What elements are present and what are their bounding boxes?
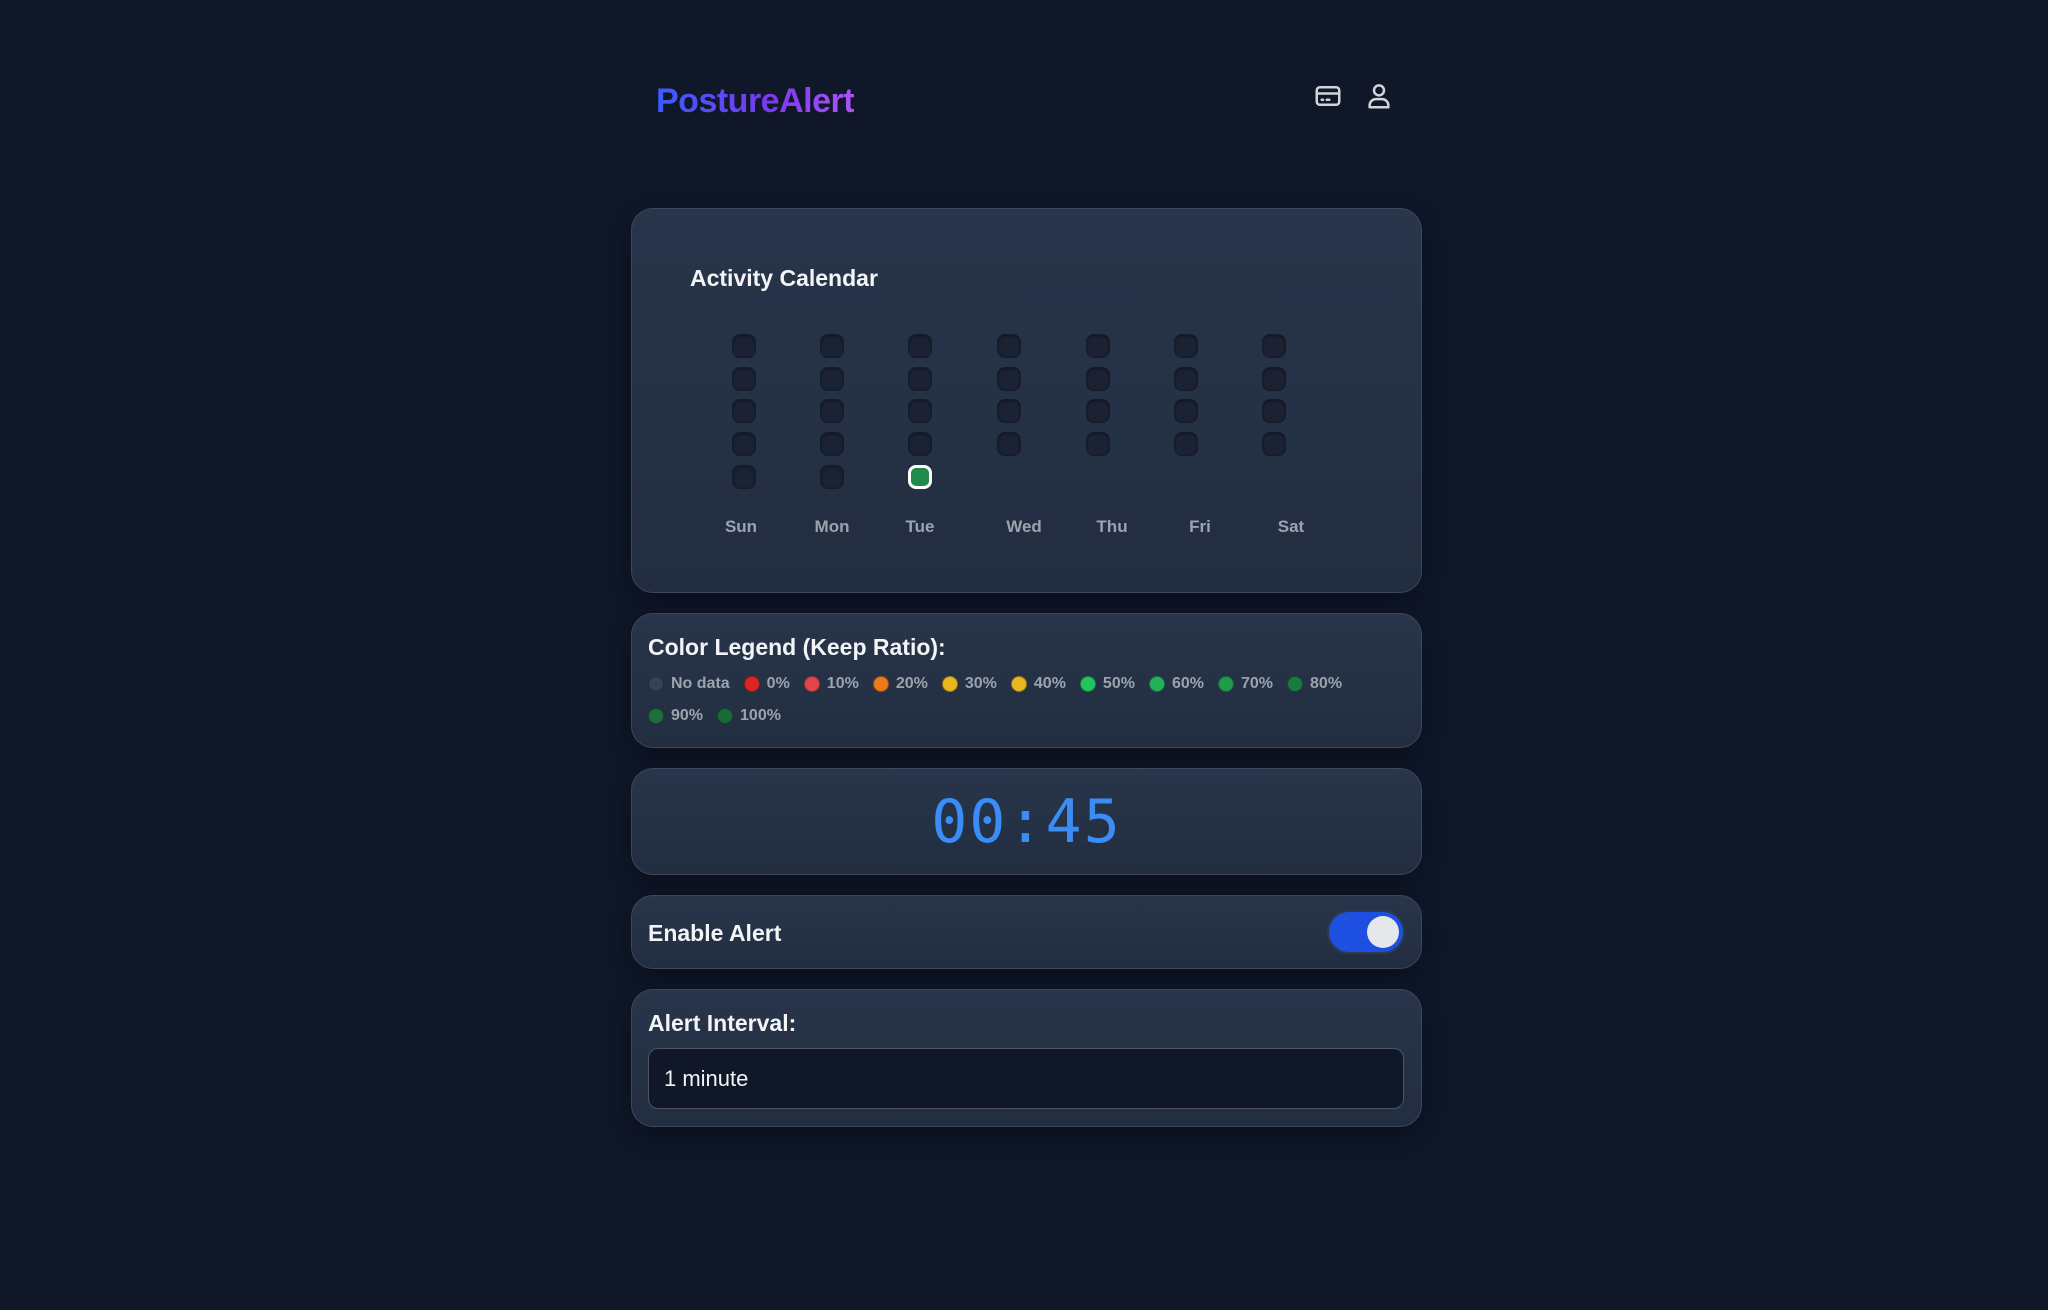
calendar-day[interactable] (1086, 367, 1110, 391)
day-of-week-label: Tue (905, 517, 935, 536)
enable-alert-toggle[interactable] (1329, 912, 1403, 952)
legend-item: 50% (1079, 674, 1135, 693)
alert-interval-card: Alert Interval: 1 minute (631, 989, 1422, 1127)
legend-label: 30% (964, 674, 997, 692)
calendar-day[interactable] (997, 367, 1021, 391)
legend-label: 90% (671, 706, 704, 724)
calendar-day[interactable] (732, 399, 756, 423)
legend-item: 60% (1148, 674, 1204, 693)
legend-item: 20% (872, 674, 928, 693)
calendar-day[interactable] (732, 432, 756, 456)
calendar-day[interactable] (1086, 399, 1110, 423)
enable-alert-card: Enable Alert (631, 895, 1422, 969)
legend-label: 0% (766, 674, 790, 692)
calendar-day[interactable] (1262, 367, 1286, 391)
calendar-day[interactable] (820, 432, 844, 456)
calendar-day[interactable] (732, 334, 756, 358)
legend-item: 80% (1287, 674, 1342, 693)
alert-interval-label: Alert Interval: (648, 1010, 797, 1036)
day-of-week-label: Sun (724, 517, 758, 536)
legend-swatch (648, 675, 664, 692)
legend-item: 70% (1217, 674, 1274, 693)
legend-item: No data (648, 674, 730, 693)
day-of-week-label: Thu (1096, 517, 1128, 536)
day-of-week-label: Wed (1006, 517, 1042, 536)
alert-interval-select[interactable]: 1 minute (648, 1048, 1404, 1109)
calendar-day[interactable] (1262, 432, 1286, 456)
legend-label: No data (671, 674, 730, 692)
legend-swatch (1079, 675, 1096, 692)
timer-card: 00:45 (631, 768, 1422, 875)
calendar-day[interactable] (820, 399, 844, 423)
legend-title: Color Legend (Keep Ratio): (648, 634, 946, 660)
legend-label: 70% (1240, 674, 1274, 692)
legend-swatch (872, 675, 889, 692)
app-header: PostureAlert (631, 72, 1421, 132)
calendar-day[interactable] (997, 432, 1021, 456)
toggle-knob (1367, 916, 1399, 948)
legend-label: 100% (740, 706, 781, 724)
calendar-grid: Sun Mon Tue Wed Thu Fri Sat (632, 209, 1421, 592)
legend-item: 90% (648, 706, 703, 725)
legend-swatch (1217, 675, 1234, 692)
legend-item: 100% (717, 706, 781, 725)
legend-swatch (743, 675, 760, 692)
legend-item: 30% (941, 674, 997, 693)
legend-item: 0% (743, 674, 790, 693)
legend-item: 10% (803, 674, 859, 693)
calendar-day[interactable] (1174, 367, 1198, 391)
calendar-day[interactable] (908, 334, 932, 358)
credit-card-icon[interactable] (1312, 80, 1344, 112)
calendar-day[interactable] (732, 367, 756, 391)
calendar-day[interactable] (820, 465, 844, 489)
day-of-week-label: Fri (1189, 517, 1211, 536)
legend-label: 10% (826, 674, 859, 692)
alert-interval-value: 1 minute (664, 1065, 749, 1091)
day-of-week-label: Mon (814, 517, 850, 536)
user-icon[interactable] (1363, 80, 1395, 112)
legend-swatch (1010, 675, 1027, 692)
calendar-day[interactable] (1174, 334, 1198, 358)
calendar-day[interactable] (1174, 399, 1198, 423)
enable-alert-label: Enable Alert (648, 920, 782, 946)
app-logo[interactable]: PostureAlert (656, 82, 855, 121)
legend-swatch (1287, 675, 1304, 692)
calendar-day[interactable] (1174, 432, 1198, 456)
calendar-day[interactable] (1086, 432, 1110, 456)
timer-display: 00:45 (931, 786, 1122, 857)
legend-label: 60% (1171, 674, 1204, 692)
calendar-day[interactable] (908, 399, 932, 423)
calendar-day[interactable] (1262, 334, 1286, 358)
activity-calendar-card: Activity Calendar Sun Mon Tue Wed Thu Fri Sat (631, 208, 1422, 593)
legend-label: 80% (1310, 674, 1343, 692)
day-of-week-label: Sat (1277, 517, 1305, 536)
legend-swatch (648, 707, 664, 724)
legend-label: 40% (1033, 674, 1066, 692)
calendar-day[interactable] (908, 432, 932, 456)
calendar-day-today[interactable] (908, 465, 932, 489)
legend-label: 50% (1102, 674, 1135, 692)
legend-items: No data 0% 10% 20% 30% 40% 50% 60% 70% 80% 90% 100% (648, 674, 1388, 725)
calendar-day[interactable] (820, 367, 844, 391)
legend-item: 40% (1010, 674, 1066, 693)
calendar-day[interactable] (908, 367, 932, 391)
calendar-day[interactable] (1086, 334, 1110, 358)
legend-swatch (941, 675, 958, 692)
legend-swatch (803, 675, 820, 692)
calendar-day[interactable] (732, 465, 756, 489)
legend-label: 20% (895, 674, 928, 692)
calendar-day[interactable] (997, 334, 1021, 358)
calendar-day[interactable] (997, 399, 1021, 423)
calendar-day[interactable] (820, 334, 844, 358)
color-legend-card: Color Legend (Keep Ratio): No data 0% 10% 2… (631, 613, 1422, 748)
legend-swatch (717, 707, 734, 724)
calendar-day[interactable] (1262, 399, 1286, 423)
legend-swatch (1148, 675, 1165, 692)
